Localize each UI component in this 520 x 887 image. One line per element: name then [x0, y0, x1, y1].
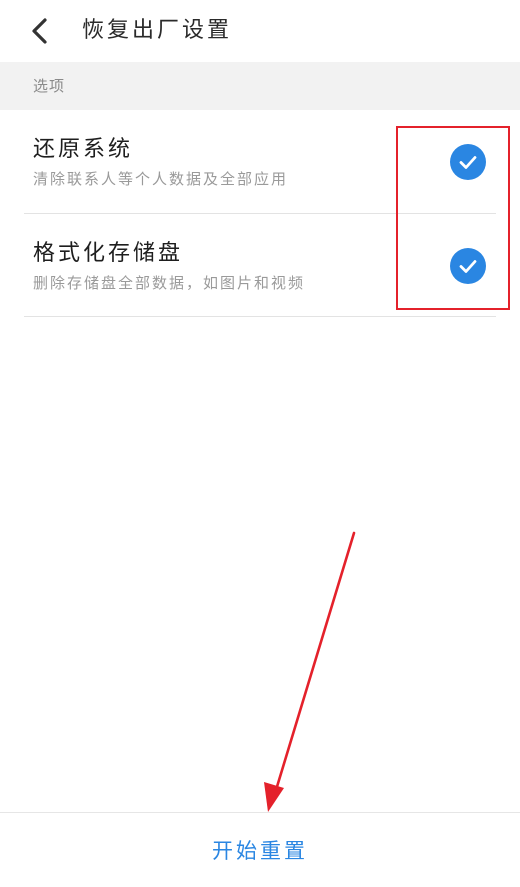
check-glyph [459, 156, 477, 169]
chevron-left-icon [32, 18, 47, 44]
row-divider [24, 316, 496, 317]
checkmark-icon[interactable] [450, 248, 486, 284]
app-header: 恢复出厂设置 [0, 0, 520, 62]
option-title: 还原系统 [33, 137, 134, 162]
back-button[interactable] [22, 13, 58, 49]
option-title: 格式化存储盘 [33, 241, 184, 266]
option-subtitle: 清除联系人等个人数据及全部应用 [33, 170, 289, 188]
section-label: 选项 [33, 77, 66, 95]
check-glyph [459, 260, 477, 273]
page-title: 恢复出厂设置 [82, 18, 233, 43]
bottom-bar: 开始重置 [0, 812, 520, 887]
option-restore-system[interactable]: 还原系统 清除联系人等个人数据及全部应用 [0, 110, 520, 212]
option-subtitle: 删除存储盘全部数据，如图片和视频 [33, 274, 306, 292]
option-format-storage[interactable]: 格式化存储盘 删除存储盘全部数据，如图片和视频 [0, 214, 520, 316]
start-reset-button[interactable]: 开始重置 [0, 813, 520, 887]
section-header: 选项 [0, 62, 520, 110]
checkmark-icon[interactable] [450, 144, 486, 180]
